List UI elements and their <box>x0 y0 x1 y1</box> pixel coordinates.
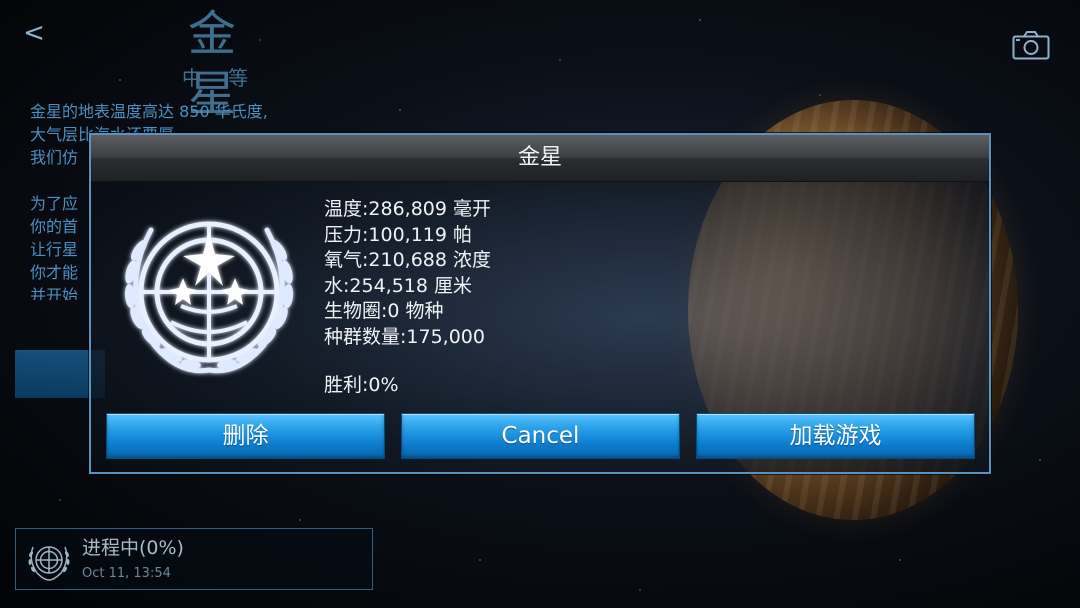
game-screen: < 金 星 中 等 金星的地表温度高达 850 华氏度, 大气层比海水还要厚 我… <box>0 0 1080 608</box>
stat-biosphere: 生物圈:0 物种 <box>324 300 444 322</box>
dialog-title: 金星 <box>517 145 562 170</box>
stat-oxygen: 氧气:210,688 浓度 <box>324 249 492 271</box>
difficulty-label: 中 等 <box>181 66 259 90</box>
save-slot-card[interactable]: 进程中(0%) Oct 11, 13:54 <box>15 528 373 590</box>
dialog-header: 金星 <box>91 135 989 182</box>
stat-population: 种群数量:175,000 <box>324 325 485 348</box>
un-emblem-icon <box>28 546 70 581</box>
delete-button[interactable]: 删除 <box>106 413 385 459</box>
load-game-button[interactable]: 加载游戏 <box>696 413 975 459</box>
victory-progress: 胜利:0% <box>324 374 399 396</box>
camera-icon[interactable] <box>1012 30 1050 60</box>
stat-water: 水:254,518 厘米 <box>324 274 473 297</box>
planet-info-dialog: 金星 温度:286,809 毫开 压力:100,119 帕 氧气:210,688… <box>89 133 991 474</box>
un-emblem-icon <box>124 221 294 374</box>
save-status: 进程中(0%) <box>82 537 184 559</box>
stat-temperature: 温度:286,809 毫开 <box>324 198 492 220</box>
stat-pressure: 压力:100,119 帕 <box>324 223 473 246</box>
save-timestamp: Oct 11, 13:54 <box>82 566 171 581</box>
cancel-button[interactable]: Cancel <box>401 413 680 459</box>
back-button[interactable]: < <box>22 16 46 50</box>
planet-stats-list: 温度:286,809 毫开 压力:100,119 帕 氧气:210,688 浓度… <box>324 197 491 350</box>
